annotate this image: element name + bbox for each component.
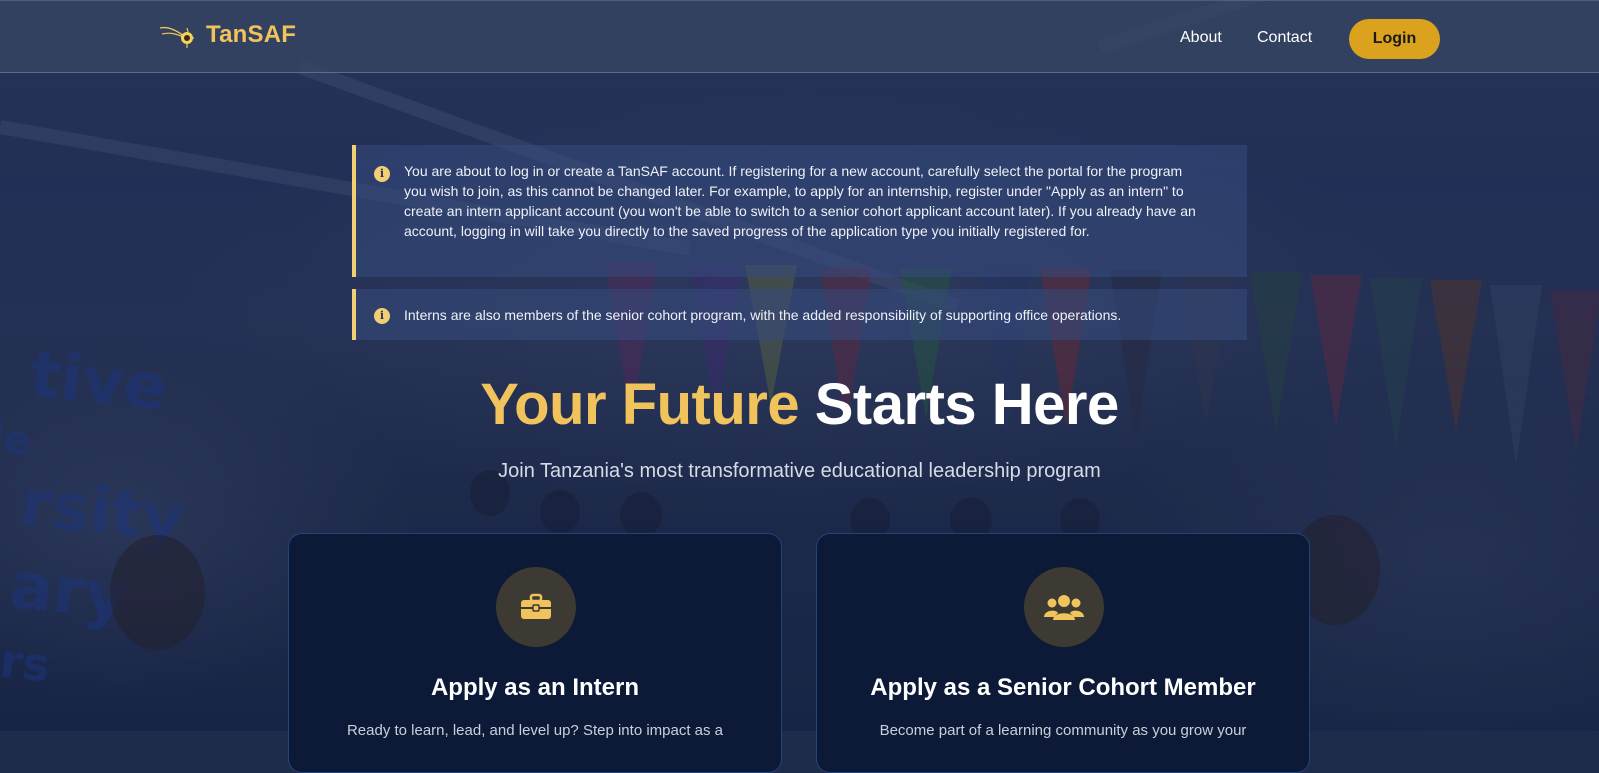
hero-background-image: tive le rsity ary rs xyxy=(0,0,1599,731)
hero-title-accent: Your Future xyxy=(480,372,800,437)
comet-icon xyxy=(158,22,196,48)
hero-title: Your Future Starts Here xyxy=(0,370,1599,440)
intern-notice: i Interns are also members of the senior… xyxy=(352,289,1247,340)
info-icon: i xyxy=(374,308,390,324)
account-notice: i You are about to log in or create a Ta… xyxy=(352,145,1247,277)
account-notice-text: You are about to log in or create a TanS… xyxy=(404,163,1196,239)
intern-notice-text: Interns are also members of the senior c… xyxy=(404,307,1122,323)
info-icon: i xyxy=(374,166,390,182)
apply-intern-card[interactable]: Apply as an Intern Ready to learn, lead,… xyxy=(288,533,782,773)
apply-senior-card[interactable]: Apply as a Senior Cohort Member Become p… xyxy=(816,533,1310,773)
apply-intern-description: Ready to learn, lead, and level up? Step… xyxy=(346,722,724,739)
login-button[interactable]: Login xyxy=(1349,19,1440,59)
brand-name: TanSAF xyxy=(206,21,297,48)
apply-senior-title: Apply as a Senior Cohort Member xyxy=(870,674,1256,701)
hero-subtitle: Join Tanzania's most transformative educ… xyxy=(498,460,1101,482)
brand-logo[interactable]: TanSAF xyxy=(158,21,296,49)
top-nav: TanSAF About Contact Login xyxy=(0,0,1599,73)
users-icon xyxy=(1024,567,1104,647)
nav-contact-link[interactable]: Contact xyxy=(1257,29,1312,47)
apply-senior-description: Become part of a learning community as y… xyxy=(879,722,1247,739)
hero-title-rest: Starts Here xyxy=(814,372,1119,437)
nav-about-link[interactable]: About xyxy=(1180,29,1222,47)
apply-intern-title: Apply as an Intern xyxy=(430,674,640,701)
briefcase-icon xyxy=(496,567,576,647)
